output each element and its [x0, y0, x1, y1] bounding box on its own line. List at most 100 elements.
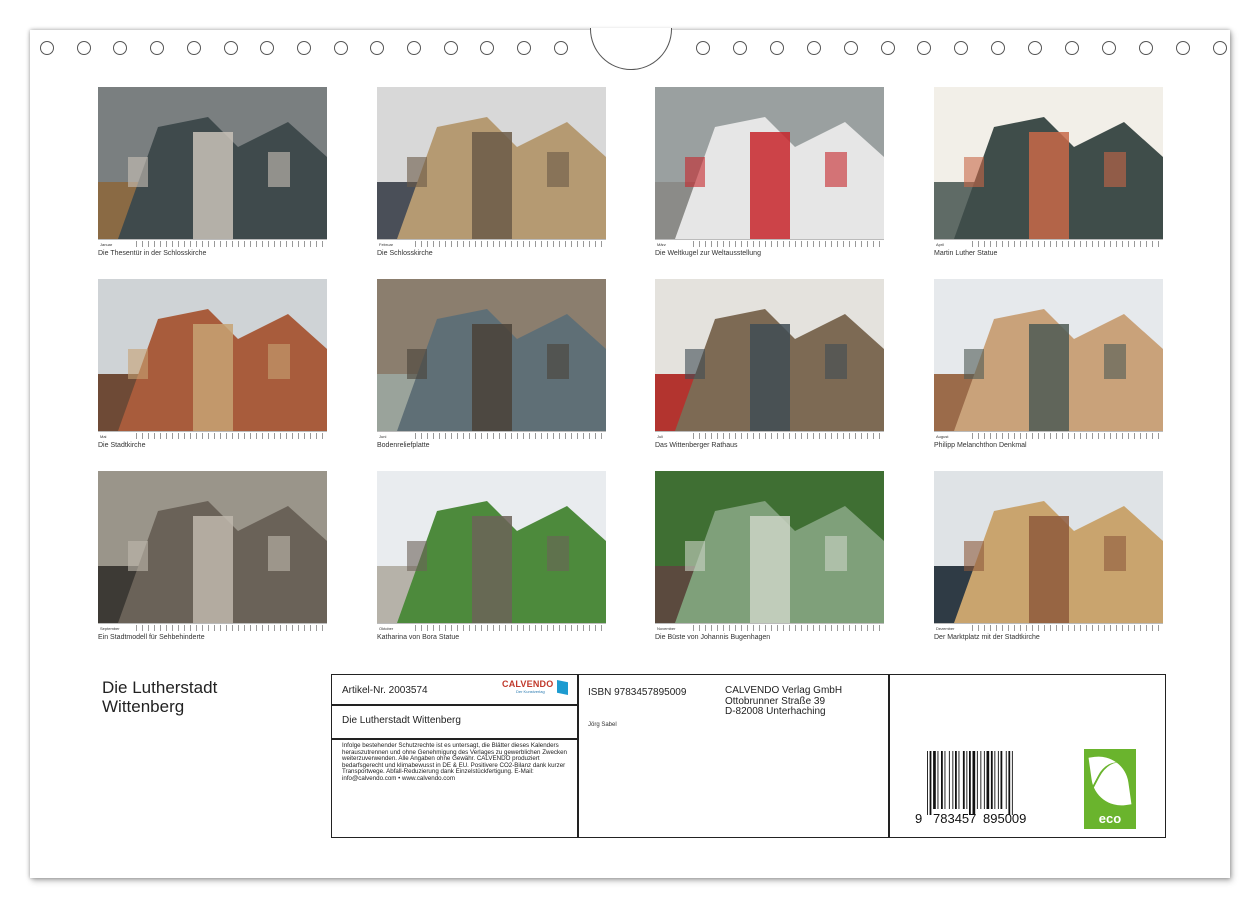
- calendar-days: [972, 433, 1161, 439]
- month-photo-3: März: [655, 87, 884, 248]
- binding-ring: [1138, 41, 1153, 55]
- month-photo-8: August: [934, 279, 1163, 440]
- market-square-photo: [934, 471, 1163, 623]
- statue-garden-photo: [377, 471, 606, 623]
- month-label: August: [936, 433, 949, 439]
- photo-caption: Das Wittenberger Rathaus: [655, 442, 738, 449]
- binding-ring: [443, 41, 458, 55]
- calendar-days: [693, 241, 882, 247]
- isbn: ISBN 9783457895009: [588, 687, 687, 698]
- barcode-area: 9 783457 895009 eco: [888, 675, 1167, 839]
- binding-ring: [769, 41, 784, 55]
- binding-ring: [1028, 41, 1043, 55]
- barcode-group-2: 895009: [983, 811, 1026, 825]
- publisher-line-3: D-82008 Unterhaching: [725, 706, 826, 717]
- binding-ring: [553, 41, 568, 55]
- binding-ring: [1065, 41, 1079, 55]
- mini-calendar-bar: Juni: [377, 431, 606, 440]
- legal-text: Infolge bestehender Schutzrechte ist es …: [342, 742, 567, 782]
- mini-calendar-bar: Dezember: [934, 623, 1163, 632]
- calendar-days: [415, 241, 604, 247]
- barcode-group-1: 783457: [933, 811, 976, 825]
- mini-calendar-bar: März: [655, 239, 884, 248]
- calendar-days: [693, 625, 882, 631]
- binding-ring: [40, 41, 54, 55]
- eco-badge: eco: [1084, 749, 1136, 829]
- calendar-title: Die Lutherstadt Wittenberg: [102, 678, 217, 716]
- binding-ring: [517, 41, 532, 55]
- month-label: September: [100, 625, 120, 631]
- publisher-line-1: CALVENDO Verlag GmbH: [725, 685, 843, 696]
- photo-caption: Philipp Melanchthon Denkmal: [934, 442, 1027, 449]
- calendar-days: [415, 625, 604, 631]
- month-photo-5: Mai: [98, 279, 327, 440]
- calendar-days: [136, 433, 325, 439]
- calendar-days: [972, 241, 1161, 247]
- product-title: Die Lutherstadt Wittenberg: [342, 715, 461, 726]
- binding-ring: [1101, 41, 1116, 55]
- calvendo-logo: CALVENDO Der Kunstverlag: [502, 679, 568, 697]
- publisher: CALVENDO Verlag GmbH Ottobrunner Straße …: [725, 685, 843, 718]
- townhall-photo: [655, 279, 884, 431]
- calendar-days: [136, 241, 325, 247]
- mini-calendar-bar: Januar: [98, 239, 327, 248]
- month-label: April: [936, 241, 945, 247]
- barcode-icon: 9 783457 895009: [915, 751, 1026, 825]
- calendar-days: [136, 625, 325, 631]
- statue-photo: [934, 87, 1163, 239]
- calendar-days: [693, 433, 882, 439]
- binding-ring: [806, 41, 821, 55]
- binding-ring: [843, 41, 858, 55]
- photo-caption: Der Marktplatz mit der Stadtkirche: [934, 634, 1040, 641]
- globe-sculpture-photo: [655, 87, 884, 239]
- barcode-digit-1: 9: [915, 811, 922, 825]
- photo-caption: Bodenreliefplatte: [377, 442, 430, 449]
- month-label: Januar: [100, 241, 113, 247]
- binding-ring: [880, 41, 895, 55]
- month-label: Juli: [657, 433, 664, 439]
- binding-ring: [223, 41, 238, 55]
- month-photo-6: Juni: [377, 279, 606, 440]
- month-photo-7: Juli: [655, 279, 884, 440]
- month-label: Oktober: [379, 625, 394, 631]
- photo-caption: Die Weltkugel zur Weltausstellung: [655, 250, 761, 257]
- mini-calendar-bar: Juli: [655, 431, 884, 440]
- photo-caption: Katharina von Bora Statue: [377, 634, 460, 641]
- binding-ring: [732, 41, 747, 55]
- photo-caption: Die Büste von Johannis Bugenhagen: [655, 634, 771, 641]
- relief-plate-photo: [377, 279, 606, 431]
- photo-caption: Die Schlosskirche: [377, 250, 433, 257]
- binding-ring: [76, 41, 91, 55]
- binding-ring: [407, 41, 421, 55]
- month-label: Juni: [379, 433, 387, 439]
- binding-ring: [333, 41, 348, 55]
- door-photo: [98, 87, 327, 239]
- month-photo-4: April: [934, 87, 1163, 248]
- title-line-1: Die Lutherstadt: [102, 678, 218, 697]
- month-label: Mai: [100, 433, 107, 439]
- mini-calendar-bar: August: [934, 431, 1163, 440]
- binding-ring: [1175, 41, 1190, 55]
- photo-caption: Martin Luther Statue: [934, 250, 998, 257]
- month-label: November: [657, 625, 676, 631]
- mini-calendar-bar: November: [655, 623, 884, 632]
- month-label: März: [657, 241, 666, 247]
- eco-label: eco: [1098, 811, 1122, 826]
- mini-calendar-bar: April: [934, 239, 1163, 248]
- mini-calendar-bar: Februar: [377, 239, 606, 248]
- logo-flag-icon: [557, 680, 568, 695]
- mini-calendar-bar: September: [98, 623, 327, 632]
- month-photo-1: Januar: [98, 87, 327, 248]
- photo-caption: Die Thesentür in der Schlosskirche: [98, 250, 207, 257]
- binding-ring: [186, 41, 201, 55]
- month-label: Februar: [379, 241, 394, 247]
- monument-photo: [934, 279, 1163, 431]
- month-label: Dezember: [936, 625, 955, 631]
- city-model-photo: [98, 471, 327, 623]
- imprint-box: Artikel-Nr. 2003574 CALVENDO Der Kunstve…: [331, 674, 1166, 838]
- photo-caption: Ein Stadtmodell für Sehbehinderte: [98, 634, 205, 641]
- month-photo-12: Dezember: [934, 471, 1163, 632]
- photo-caption: Die Stadtkirche: [98, 442, 146, 449]
- month-photo-9: September: [98, 471, 327, 632]
- month-photo-10: Oktober: [377, 471, 606, 632]
